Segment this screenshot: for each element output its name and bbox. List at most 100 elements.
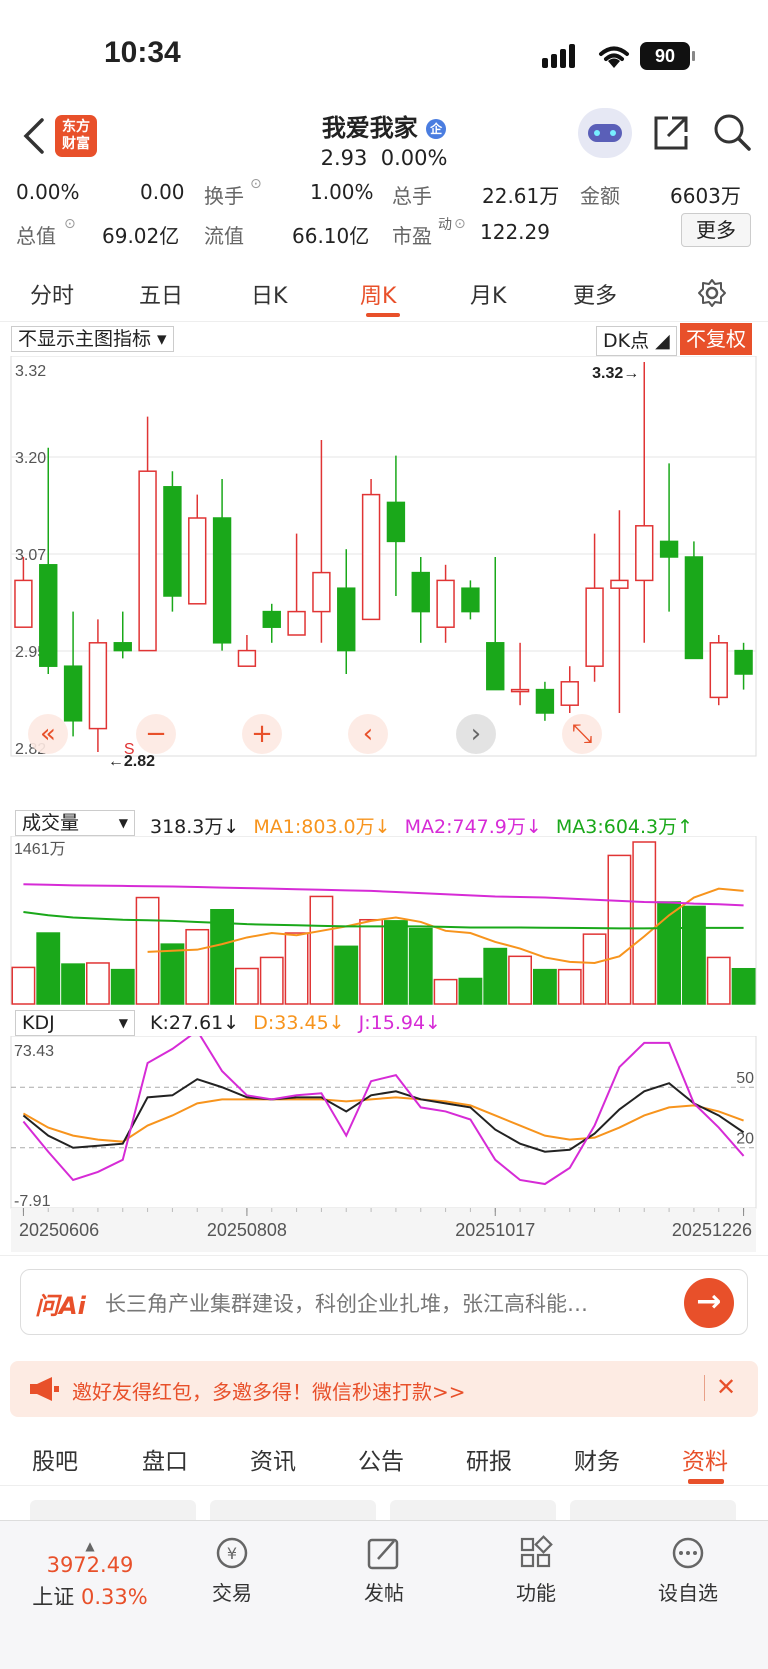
tab-news[interactable]: 资讯 — [250, 1442, 296, 1476]
info-tabs: 股吧 盘口 资讯 公告 研报 财务 资料 — [0, 1428, 768, 1486]
tab-announcements[interactable]: 公告 — [358, 1442, 404, 1476]
max-price-label: 3.32→ — [592, 365, 639, 382]
indicator-dropdown[interactable]: 不显示主图指标 ▾ — [11, 326, 174, 352]
volume-bar — [582, 933, 607, 1005]
tab-more[interactable]: 更多 — [573, 278, 617, 310]
amount-label: 金额 — [580, 184, 620, 208]
gear-icon[interactable] — [697, 278, 727, 308]
period-tabs: 分时 五日 日K 周K 月K 更多 — [0, 262, 768, 322]
candle-body — [610, 579, 629, 589]
d-legend: D:33.45↓ — [253, 1012, 345, 1034]
float-label: 流值 — [204, 224, 244, 248]
candlestick-chart[interactable]: 3.323.203.072.952.823.32→←2.82S« − + ‹ › ⤡ — [0, 356, 768, 806]
candle-body — [361, 493, 381, 621]
tab-pankou[interactable]: 盘口 — [142, 1442, 188, 1476]
tab-underline — [688, 1479, 724, 1484]
signal-icon — [542, 44, 575, 68]
index-widget[interactable]: ▲ 3972.49 上证 0.33% — [20, 1539, 160, 1611]
candle-body — [212, 517, 232, 644]
kdj-legend: K:27.61↓ D:33.45↓ J:15.94↓ — [150, 1012, 449, 1034]
mktcap-label: 总值 — [16, 224, 56, 248]
tab-intraday[interactable]: 分时 — [30, 278, 74, 310]
candle-body — [14, 579, 33, 628]
chevron-left-icon-glyph: ‹ — [363, 719, 373, 749]
candle-body — [287, 610, 306, 636]
tab-research[interactable]: 研报 — [466, 1442, 512, 1476]
tab-guba[interactable]: 股吧 — [32, 1442, 78, 1476]
change-amount: 0.00 — [140, 180, 185, 204]
volume-bar — [334, 945, 359, 1005]
pe-label: 市盈 — [392, 224, 432, 248]
share-icon[interactable] — [652, 114, 690, 152]
volume-chart[interactable]: 1461万 — [0, 836, 768, 1006]
volume-bar — [458, 977, 483, 1005]
k-line — [22, 1078, 745, 1153]
trade-button[interactable]: ¥ 交易 — [172, 1521, 292, 1606]
ma3-legend: MA3:604.3万↑ — [555, 816, 694, 838]
candle-body — [237, 649, 257, 667]
edit-icon — [364, 1535, 404, 1571]
volume-bar — [508, 955, 533, 1005]
close-icon[interactable]: ✕ — [716, 1373, 736, 1401]
volume-bar — [557, 968, 582, 1005]
volume-bar — [85, 962, 110, 1005]
candle-body — [585, 587, 604, 667]
info-icon[interactable]: ⊙ — [454, 216, 466, 232]
volume-bar — [61, 963, 86, 1005]
grid-icon — [516, 1535, 556, 1571]
volume-bar — [383, 920, 408, 1005]
kdj-chart[interactable]: 73.43 -7.91 50 20 20250606 20250808 20251017 20… — [0, 1036, 768, 1256]
info-icon[interactable]: ⊙ — [250, 176, 262, 192]
volume-bar — [11, 966, 36, 1005]
volume-bar — [681, 905, 706, 1005]
k-legend: K:27.61↓ — [150, 1012, 240, 1034]
volume-label: 总手 — [392, 184, 432, 208]
volume-bar — [408, 927, 433, 1005]
dk-point-button[interactable]: DK点 ◢ — [596, 326, 677, 356]
x-tick-label: 20251226 — [672, 1220, 752, 1240]
candle-body — [312, 571, 331, 613]
status-time: 10:34 — [104, 36, 181, 69]
turnover-value: 1.00% — [310, 180, 374, 204]
function-button[interactable]: 功能 — [476, 1521, 596, 1606]
tab-monthly-k[interactable]: 月K — [470, 278, 506, 310]
tab-finance[interactable]: 财务 — [574, 1442, 620, 1476]
tab-weekly-k[interactable]: 周K — [360, 278, 396, 310]
candle-body — [188, 517, 207, 605]
add-watchlist-button[interactable]: 设自选 — [628, 1521, 748, 1606]
pe-sup: 动 — [438, 217, 452, 233]
more-button[interactable]: 更多 — [681, 213, 751, 247]
arrow-right-icon[interactable]: → — [684, 1278, 734, 1328]
ref-label: 50 — [736, 1070, 754, 1087]
tab-underline — [366, 313, 400, 317]
kdj-dropdown[interactable]: KDJ ▼ — [15, 1010, 135, 1036]
volume-bar — [309, 895, 334, 1005]
expand-icon-glyph: ⤡ — [572, 719, 593, 749]
candle-body — [461, 587, 480, 613]
y-max-label: 1461万 — [14, 841, 66, 858]
candle-body — [63, 665, 83, 722]
volume-bar — [433, 978, 458, 1005]
volume-bar — [160, 943, 185, 1005]
candle-body — [386, 501, 406, 543]
promo-banner[interactable]: 邀好友得红包，多邀多得！微信秒速打款>> ✕ — [10, 1361, 758, 1417]
tab-five-day[interactable]: 五日 — [139, 278, 183, 310]
y-min-label: -7.91 — [14, 1193, 51, 1210]
candle-body — [486, 642, 505, 691]
post-button[interactable]: 发帖 — [324, 1521, 444, 1606]
chart-frame — [10, 1036, 757, 1209]
amount-value: 6603万 — [670, 184, 741, 208]
tab-daily-k[interactable]: 日K — [251, 278, 287, 310]
y-max-label: 73.43 — [14, 1043, 54, 1060]
divider — [704, 1375, 705, 1401]
tab-profile[interactable]: 资料 — [682, 1442, 728, 1476]
ai-assistant-avatar[interactable] — [578, 108, 632, 158]
info-icon[interactable]: ⊙ — [64, 216, 76, 232]
volume-dropdown[interactable]: 成交量 ▼ — [15, 810, 135, 836]
stock-header: 东方 财富 我爱我家 企 2.93 0.00% — [0, 100, 768, 175]
search-icon[interactable] — [712, 112, 752, 152]
bottom-bar: ▲ 3972.49 上证 0.33% ¥ 交易 发帖 功能 设自选 — [0, 1520, 768, 1669]
j-legend: J:15.94↓ — [358, 1012, 441, 1034]
ai-question-box[interactable]: 问Ai 长三角产业集群建设，科创企业扎堆，张江高科能… → — [20, 1269, 748, 1335]
adjust-button[interactable]: 不复权 — [680, 323, 752, 355]
